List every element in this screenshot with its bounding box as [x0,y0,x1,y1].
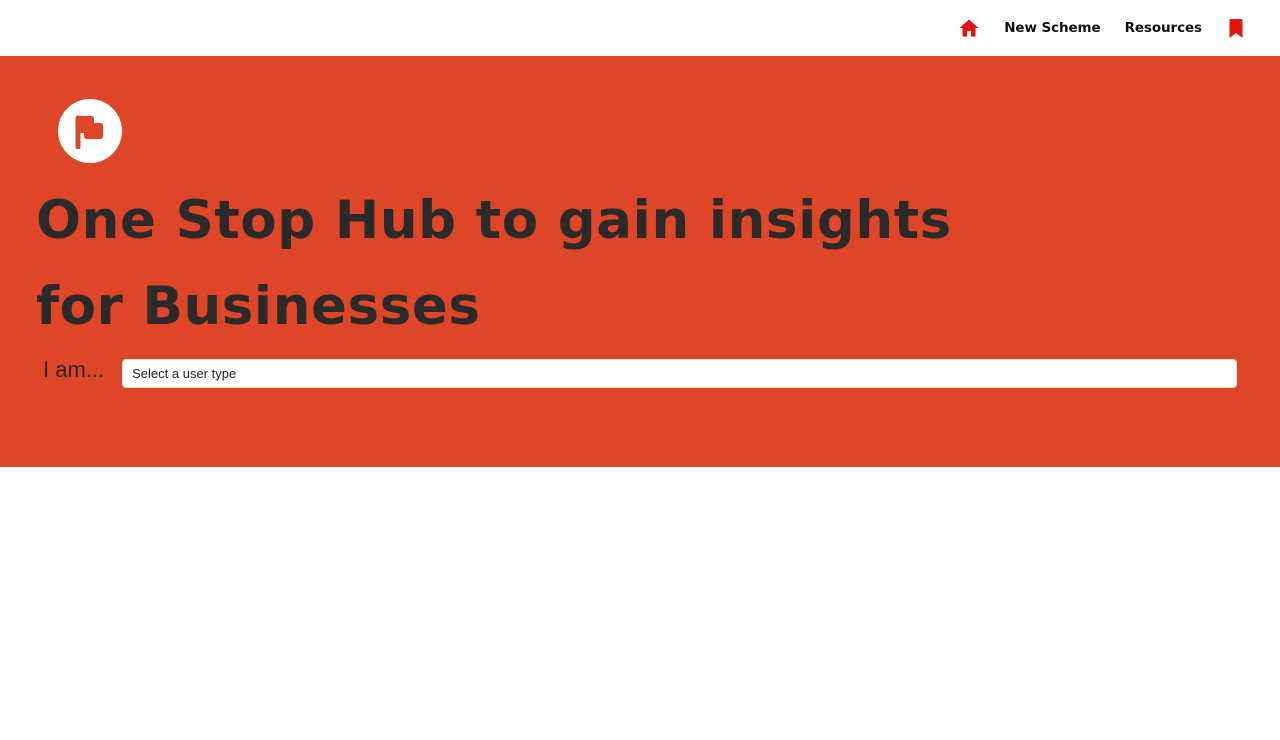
flag-icon [75,115,103,149]
user-type-label: I am... [43,356,105,382]
nav-links: New Scheme Resources [958,0,1244,56]
hero-title-line-2: for Businesses [36,276,481,337]
nav-link-new-scheme[interactable]: New Scheme [1004,20,1100,36]
nav-link-resources[interactable]: Resources [1125,20,1203,36]
hero-logo [58,99,122,163]
user-type-select[interactable]: Select a user type [122,359,1237,388]
top-navbar: New Scheme Resources [0,0,1280,56]
hero-title: One Stop Hub to gain insights for Busine… [36,178,952,350]
bookmarks-link[interactable] [1228,17,1244,39]
hero-banner: One Stop Hub to gain insights for Busine… [0,56,1280,467]
user-type-row: I am... Select a user type [43,356,1237,388]
home-link[interactable] [958,17,980,39]
home-icon [959,19,979,37]
hero-title-line-1: One Stop Hub to gain insights [36,190,952,251]
bookmark-icon [1229,18,1243,38]
